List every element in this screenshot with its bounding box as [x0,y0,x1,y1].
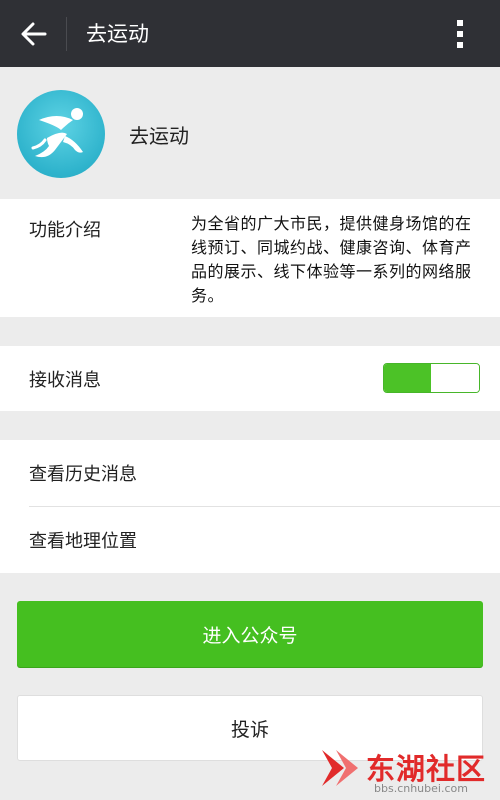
toggle-knob [431,364,479,392]
topbar-divider [66,17,67,51]
intro-label: 功能介绍 [29,220,101,241]
arrow-left-icon [21,22,47,46]
view-history-label: 查看历史消息 [29,464,137,485]
toggle-fill [384,364,431,392]
back-button[interactable] [14,17,54,51]
view-history-row[interactable]: 查看历史消息 [0,440,500,506]
intro-text: 为全省的广大市民，提供健身场馆的在线预订、同城约战、健康咨询、体育产品的展示、线… [191,214,472,305]
intro-section: 功能介绍 为全省的广大市民，提供健身场馆的在线预订、同城约战、健康咨询、体育产品… [0,199,500,317]
watermark-logo-icon [322,750,358,786]
account-name: 去运动 [129,124,189,148]
more-menu-button[interactable] [440,16,480,52]
profile-header: 去运动 [0,67,500,199]
receive-messages-toggle[interactable] [383,363,480,393]
receive-messages-label: 接收消息 [29,370,101,391]
receive-messages-row: 接收消息 [0,346,500,411]
more-vertical-icon [457,20,463,48]
page-title: 去运动 [86,22,149,46]
watermark-url: bbs.cnhubei.com [374,782,468,795]
watermark: 东湖社区 bbs.cnhubei.com [318,742,500,800]
enter-account-button[interactable]: 进入公众号 [17,601,483,667]
links-section: 查看历史消息 查看地理位置 [0,440,500,573]
view-location-row[interactable]: 查看地理位置 [0,507,500,573]
view-location-label: 查看地理位置 [29,531,137,552]
top-bar: 去运动 [0,0,500,67]
avatar [17,90,105,178]
running-person-logo [31,108,83,158]
